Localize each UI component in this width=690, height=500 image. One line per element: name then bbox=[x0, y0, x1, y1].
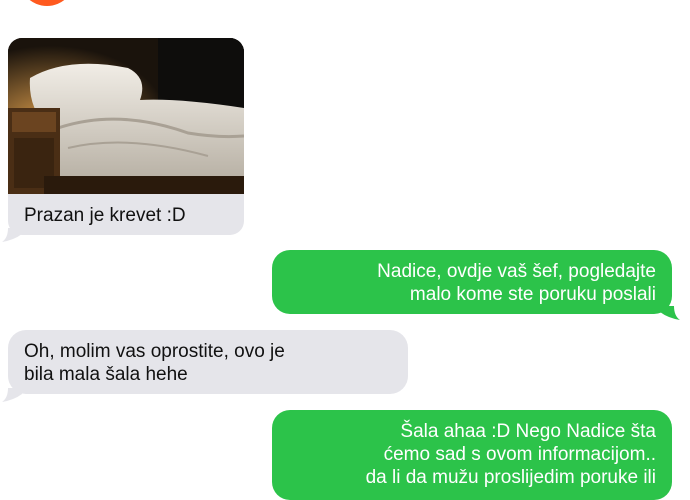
bed-photo[interactable] bbox=[8, 38, 244, 194]
message-line: ćemo sad s ovom informacijom.. bbox=[383, 444, 656, 465]
incoming-message[interactable]: Oh, molim vas oprostite, ovo je bila mal… bbox=[8, 330, 408, 394]
image-caption: Prazan je krevet :D bbox=[24, 205, 186, 226]
outgoing-message[interactable]: Nadice, ovdje vaš šef, pogledajte malo k… bbox=[272, 250, 672, 314]
image-message[interactable]: Prazan je krevet :D bbox=[8, 38, 244, 235]
message-line: Šala ahaa :D Nego Nadice šta bbox=[400, 421, 656, 442]
message-line: Nadice, ovdje vaš šef, pogledajte bbox=[377, 261, 656, 282]
message-line: malo kome ste poruku poslali bbox=[409, 284, 656, 305]
message-line: bila mala šala hehe bbox=[24, 364, 188, 385]
bubble-tail bbox=[2, 228, 22, 242]
message-line: da li da mužu proslijedim poruke ili bbox=[365, 467, 656, 488]
bubble-tail bbox=[2, 388, 22, 402]
outgoing-message[interactable]: Šala ahaa :D Nego Nadice šta ćemo sad s … bbox=[272, 410, 672, 500]
smiley-face-icon bbox=[29, 0, 65, 6]
message-line: Oh, molim vas oprostite, ovo je bbox=[24, 341, 285, 362]
bubble-tail bbox=[660, 306, 680, 320]
